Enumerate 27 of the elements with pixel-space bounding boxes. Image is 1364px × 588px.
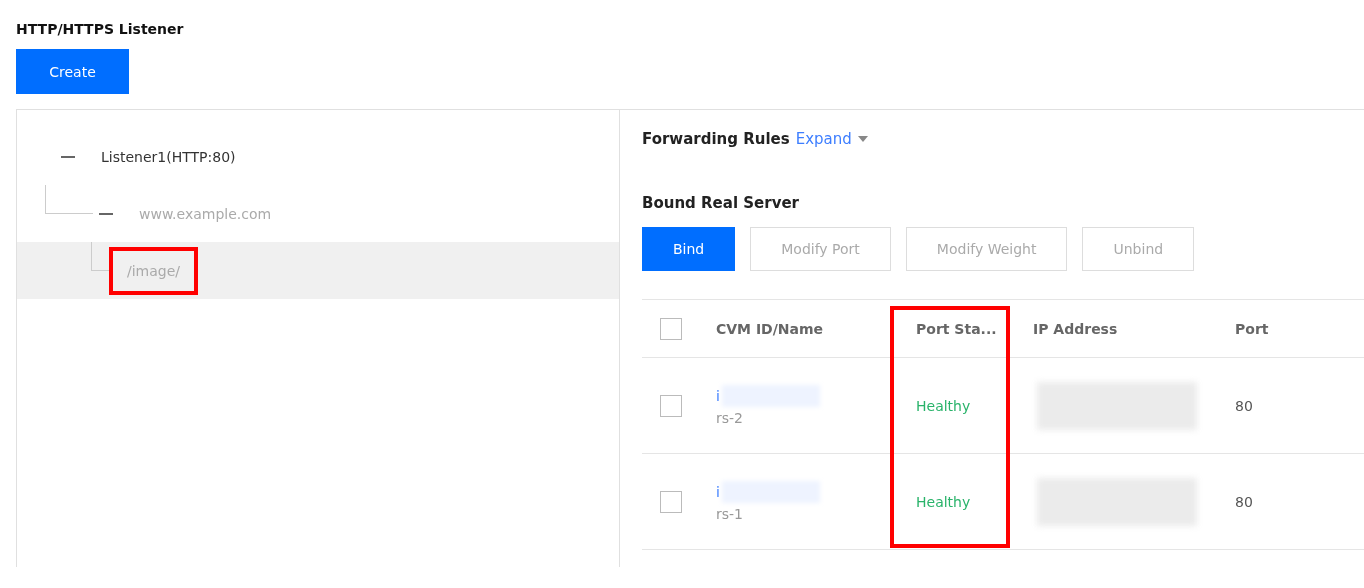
tree-label: Listener1(HTTP:80) <box>100 147 237 167</box>
create-button[interactable]: Create <box>16 49 129 94</box>
action-button[interactable]: Bind <box>642 227 736 271</box>
section-title: Bound Real Server <box>642 194 800 212</box>
table-cell: 80 <box>1235 493 1253 510</box>
page-title: HTTP/HTTPS Listener <box>16 20 185 39</box>
status-text: Healthy <box>916 397 971 414</box>
instance-name: rs-1 <box>716 506 744 522</box>
table-cell: 80 <box>1235 397 1253 414</box>
column-header: IP Address <box>1033 320 1118 337</box>
status-text: Healthy <box>916 493 971 510</box>
expand-link[interactable]: Expand <box>795 130 868 148</box>
caret-icon <box>857 136 868 142</box>
column-header: CVM ID/Name <box>716 320 824 337</box>
checkbox[interactable] <box>660 394 682 417</box>
instance-id-link[interactable]: i <box>716 388 720 404</box>
tree-item[interactable]: www.example.com <box>17 185 619 242</box>
column-header: Port Sta... <box>916 320 997 337</box>
tree-item[interactable]: /image/ <box>17 242 619 299</box>
checkbox[interactable] <box>660 490 682 513</box>
column-header: Port <box>1235 320 1269 337</box>
tree-label: www.example.com <box>138 204 273 224</box>
instance-id-link[interactable]: i <box>716 484 720 500</box>
instance-name: rs-2 <box>716 410 744 426</box>
checkbox[interactable] <box>660 317 682 340</box>
tree-item[interactable]: Listener1(HTTP:80) <box>17 128 619 185</box>
section-title: Forwarding Rules <box>642 130 790 148</box>
